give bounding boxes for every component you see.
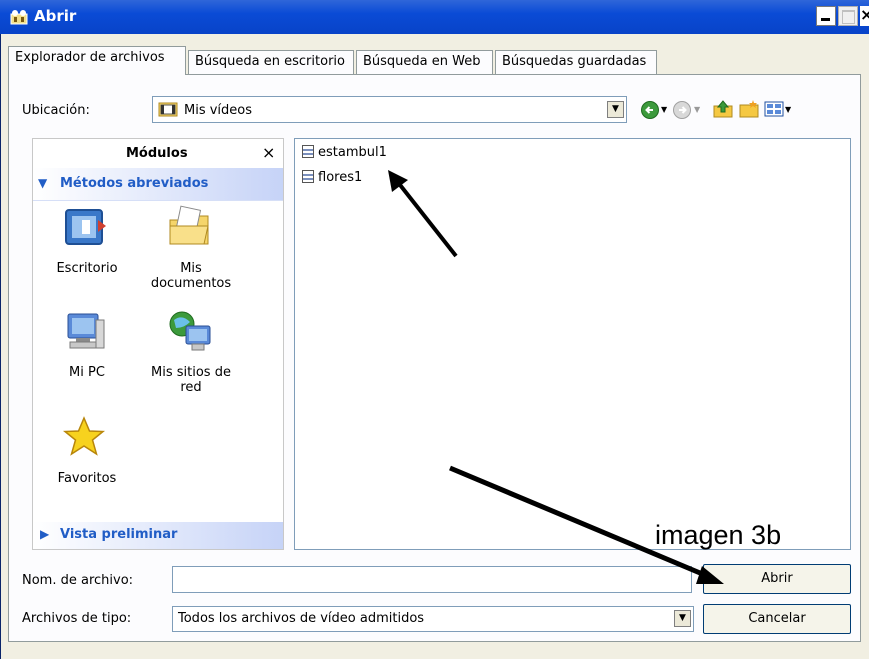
arrow-line-open <box>449 465 713 581</box>
arrow-head-open <box>696 566 724 584</box>
annotation-arrows <box>388 170 724 584</box>
tab-explorador-de-archivos[interactable]: Explorador de archivos <box>8 46 186 75</box>
arrow-line-files <box>391 174 458 258</box>
